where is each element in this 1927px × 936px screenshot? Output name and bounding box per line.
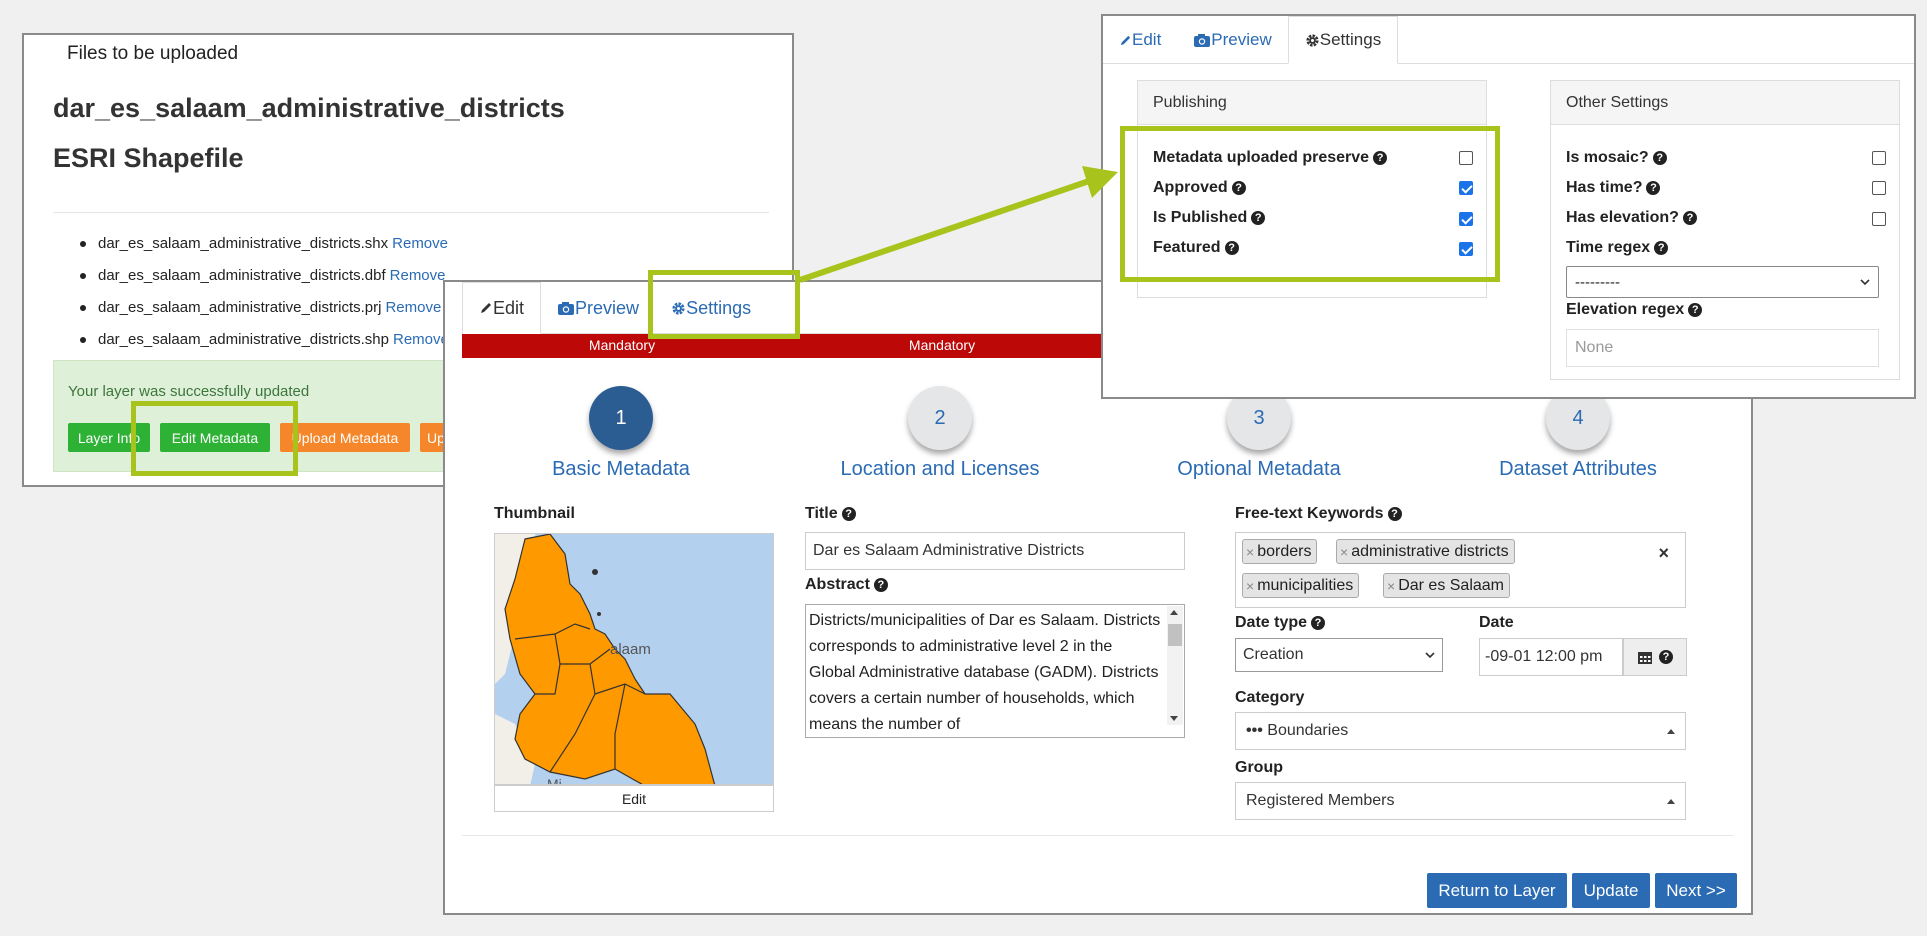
callout-arrow (799, 166, 1118, 283)
